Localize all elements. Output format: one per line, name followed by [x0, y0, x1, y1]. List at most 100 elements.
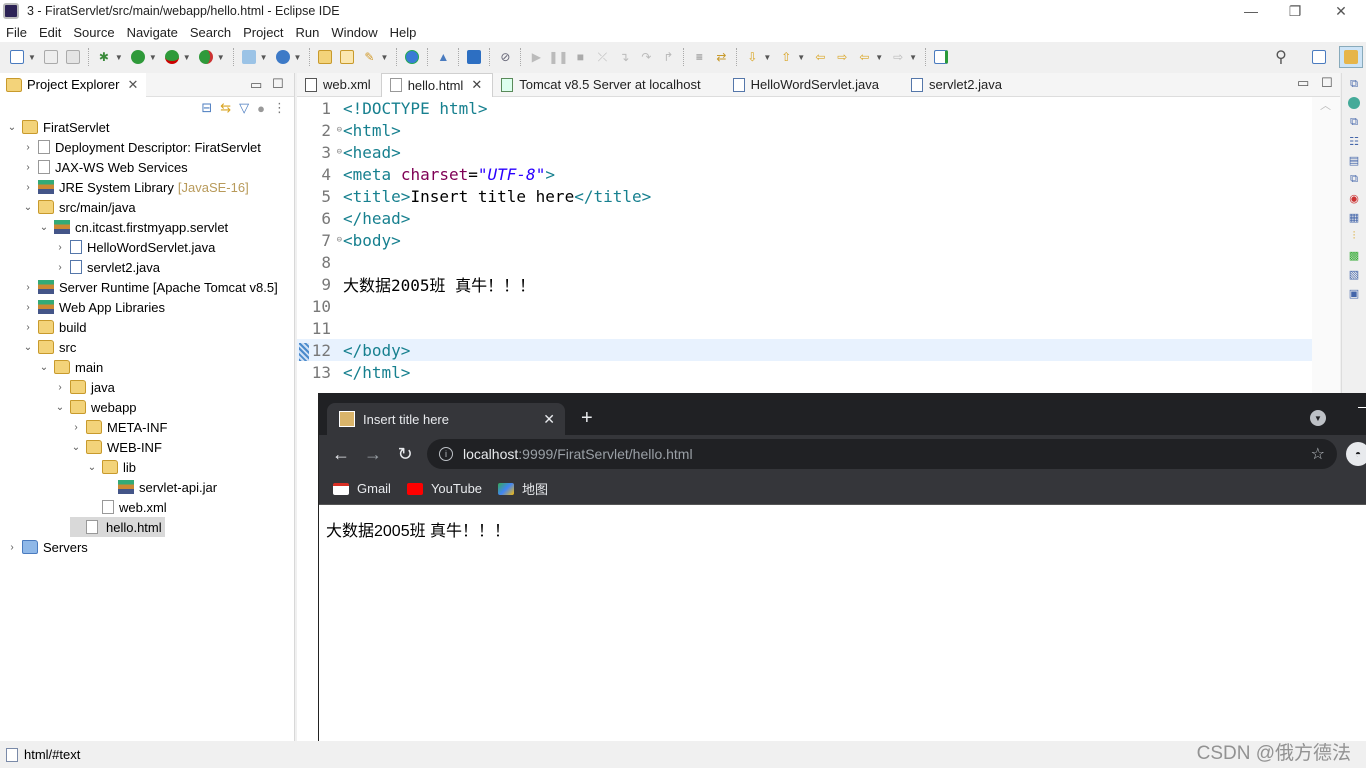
back-icon[interactable]: ⇦	[854, 48, 874, 66]
forward-arrow-icon[interactable]: →	[357, 444, 389, 465]
chevron-down-icon[interactable]: ⌄	[54, 402, 66, 413]
tab-hello-html[interactable]: hello.html ✕	[380, 72, 494, 97]
tree-item[interactable]: web.xml	[86, 497, 167, 517]
outline-icon[interactable]: ☷	[1346, 134, 1362, 148]
servers-icon[interactable]: ⫶	[1346, 229, 1362, 243]
previous-annotation-icon[interactable]: ⇧	[776, 48, 796, 66]
skip-breakpoints-icon[interactable]: ⊘	[495, 48, 515, 66]
coverage-dropdown-icon[interactable]: ▼	[183, 53, 191, 62]
tab-web-xml[interactable]: web.xml	[297, 73, 381, 97]
tree-item[interactable]: ⌄ webapp	[54, 397, 137, 417]
tree-item[interactable]: ⌄ FiratServlet	[6, 117, 110, 137]
palette-icon[interactable]	[1346, 96, 1362, 110]
code-line[interactable]: 2 ⊖ <html>	[297, 119, 1312, 141]
minimize-button[interactable]: —	[1228, 0, 1274, 22]
open-type-icon[interactable]	[315, 48, 335, 66]
tab-search-icon[interactable]: ▼	[1310, 410, 1326, 426]
new-icon[interactable]	[7, 48, 27, 66]
new-web-project-icon[interactable]	[239, 48, 259, 66]
menu-file[interactable]: File	[0, 25, 33, 40]
run-icon[interactable]	[128, 48, 148, 66]
code-line[interactable]: 1 <!DOCTYPE html>	[297, 97, 1312, 119]
tab-tomcat-server[interactable]: Tomcat v8.5 Server at localhost	[493, 73, 710, 97]
code-line[interactable]: 5 <title>Insert title here</title>	[297, 185, 1312, 207]
chevron-right-icon[interactable]: ›	[22, 162, 34, 173]
menu-help[interactable]: Help	[384, 25, 423, 40]
close-tab-icon[interactable]: ✕	[543, 411, 555, 428]
save-all-icon[interactable]	[63, 48, 83, 66]
word-wrap-icon[interactable]: ≡	[689, 48, 709, 66]
tree-item[interactable]: › JRE System Library [JavaSE-16]	[22, 177, 248, 197]
tree-item[interactable]: › build	[22, 317, 86, 337]
next-annotation-dropdown-icon[interactable]: ▼	[763, 53, 771, 62]
chevron-down-icon[interactable]: ⌄	[6, 122, 18, 133]
fold-toggle-icon[interactable]: ⊖	[337, 147, 342, 157]
chevron-down-icon[interactable]: ⌄	[70, 442, 82, 453]
menu-project[interactable]: Project	[237, 25, 289, 40]
chevron-down-icon[interactable]: ⌄	[38, 222, 50, 233]
minimize-editor-icon[interactable]: ▭	[1297, 75, 1309, 91]
link-with-editor-icon[interactable]: ⇆	[220, 100, 231, 116]
tree-item[interactable]: ⌄ lib	[86, 457, 136, 477]
show-whitespace-icon[interactable]: ⇄	[711, 48, 731, 66]
new-web-project-dropdown-icon[interactable]: ▼	[260, 53, 268, 62]
previous-annotation-dropdown-icon[interactable]: ▼	[797, 53, 805, 62]
tree-item[interactable]: ⌄ WEB-INF	[70, 437, 162, 457]
coverage-icon[interactable]	[162, 48, 182, 66]
console-icon[interactable]	[464, 48, 484, 66]
terminate-icon[interactable]: ■	[570, 48, 590, 66]
scroll-up-icon[interactable]: ︿	[1320, 97, 1331, 113]
bookmark-star-icon[interactable]: ☆	[1311, 444, 1325, 464]
tree-item[interactable]: ⌄ src	[22, 337, 77, 357]
close-icon[interactable]: ✕	[127, 77, 138, 93]
code-editor[interactable]: 1 <!DOCTYPE html> 2 ⊖ <html> 3 ⊖ <head> 4 <meta c…	[297, 97, 1312, 387]
tree-item[interactable]: ⌄ main	[38, 357, 103, 377]
menu-window[interactable]: Window	[325, 25, 383, 40]
fold-toggle-icon[interactable]: ⊖	[337, 125, 342, 135]
new-servlet-dropdown-icon[interactable]: ▼	[294, 53, 302, 62]
web-services-explorer-icon[interactable]: ▲	[433, 48, 453, 66]
suspend-icon[interactable]: ❚❚	[548, 48, 568, 66]
resume-icon[interactable]: ▶	[526, 48, 546, 66]
menu-edit[interactable]: Edit	[33, 25, 67, 40]
minimized-stack-restore-icon[interactable]: ⧉	[1346, 77, 1362, 91]
maximize-view-icon[interactable]: ☐	[272, 76, 284, 92]
search-tool-dropdown-icon[interactable]: ▼	[380, 53, 388, 62]
tree-item[interactable]: hello.html	[70, 517, 165, 537]
chevron-right-icon[interactable]: ›	[22, 282, 34, 293]
debug-icon[interactable]: ✱	[94, 48, 114, 66]
address-bar[interactable]: i localhost:9999/FiratServlet/hello.html…	[427, 439, 1337, 469]
restore-icon[interactable]: ⧉	[1346, 172, 1362, 186]
data-source-explorer-icon[interactable]: ▩	[1346, 248, 1362, 262]
chevron-right-icon[interactable]: ›	[22, 322, 34, 333]
code-line[interactable]: 10	[297, 295, 1312, 317]
site-info-icon[interactable]: i	[439, 447, 453, 461]
minimize-view-icon[interactable]: ▭	[250, 77, 262, 93]
browser-minimize-icon[interactable]	[1358, 407, 1366, 408]
external-tools-icon[interactable]	[196, 48, 216, 66]
reload-icon[interactable]: ↻	[389, 444, 421, 465]
save-icon[interactable]	[41, 48, 61, 66]
console-icon[interactable]: ▣	[1346, 286, 1362, 300]
maximize-editor-icon[interactable]: ☐	[1321, 75, 1333, 91]
new-tab-button[interactable]: +	[581, 407, 593, 430]
task-list-icon[interactable]: ▤	[1346, 153, 1362, 167]
chevron-down-icon[interactable]: ⌄	[22, 202, 34, 213]
step-return-icon[interactable]: ↱	[658, 48, 678, 66]
browser-globe-icon[interactable]	[402, 48, 422, 66]
collapse-all-icon[interactable]: ⊟	[201, 100, 212, 116]
menu-search[interactable]: Search	[184, 25, 237, 40]
tree-item[interactable]: › servlet2.java	[54, 257, 160, 277]
run-dropdown-icon[interactable]: ▼	[149, 53, 157, 62]
back-arrow-icon[interactable]: ←	[325, 444, 357, 465]
pin-editor-icon[interactable]	[931, 48, 951, 66]
external-tools-dropdown-icon[interactable]: ▼	[217, 53, 225, 62]
tree-item[interactable]: ⌄ src/main/java	[22, 197, 136, 217]
restore-icon[interactable]: ⧉	[1346, 115, 1362, 129]
code-line[interactable]: 9 大数据2005班 真牛！！！	[297, 273, 1312, 296]
code-line[interactable]: 7 ⊖ <body>	[297, 229, 1312, 251]
open-perspective-icon[interactable]	[1309, 48, 1329, 66]
chevron-right-icon[interactable]: ›	[6, 542, 18, 553]
chevron-right-icon[interactable]: ›	[22, 182, 34, 193]
bookmark-youtube[interactable]: YouTube	[406, 481, 482, 496]
